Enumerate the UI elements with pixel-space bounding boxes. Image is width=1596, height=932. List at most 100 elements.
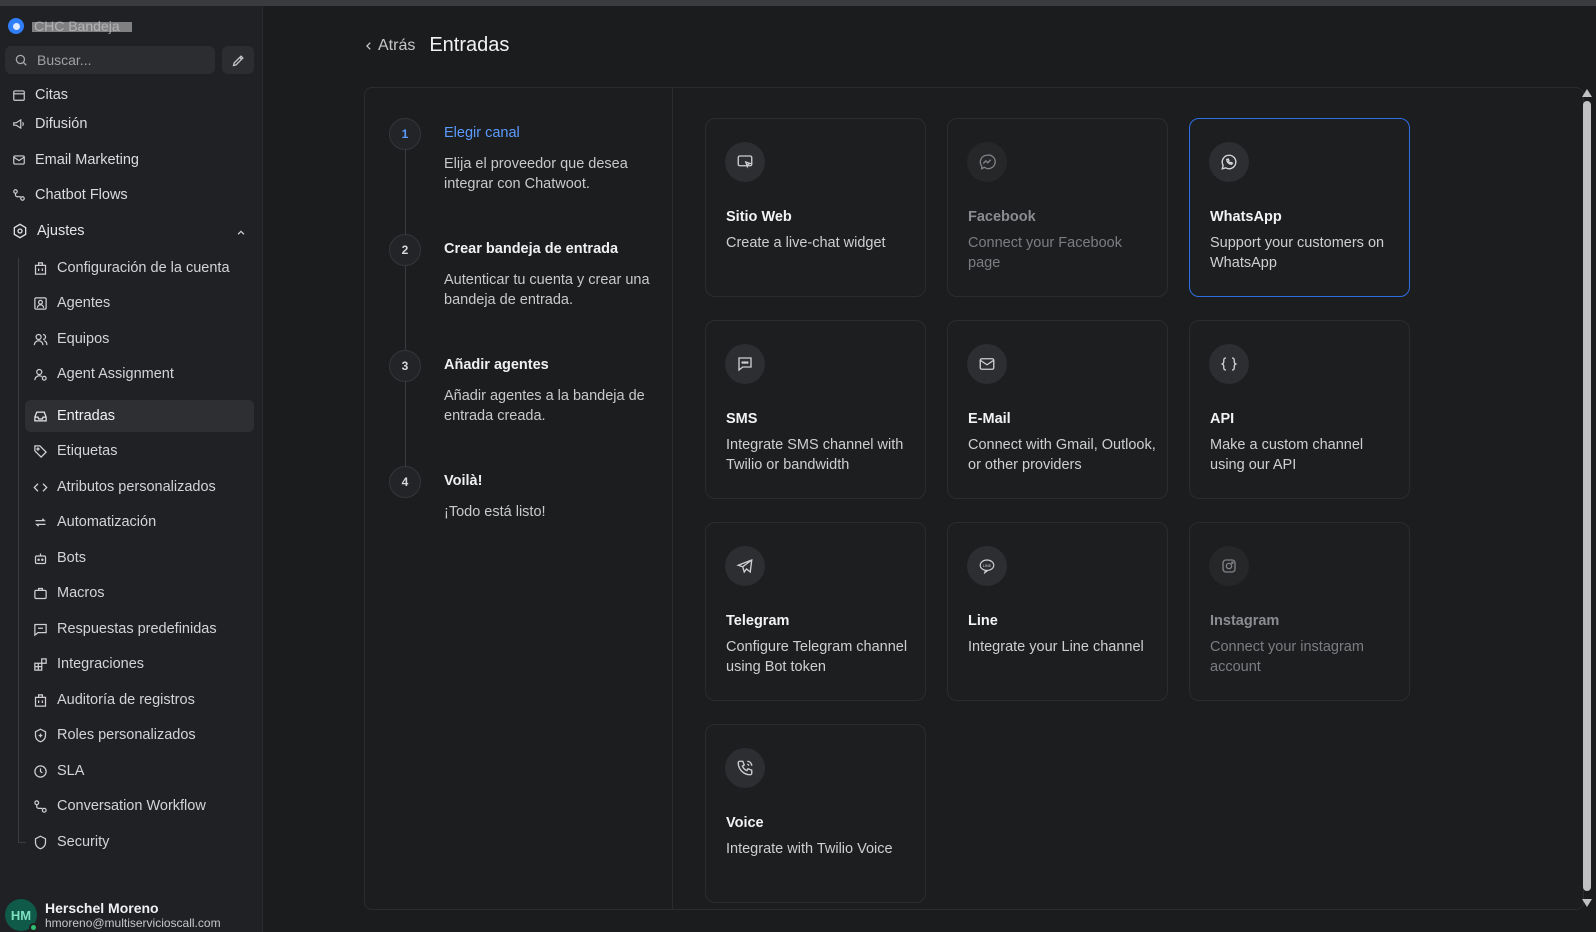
channel-card-instagram[interactable]: Instagram Connect your instagram account	[1189, 522, 1410, 701]
user-profile[interactable]: HM Herschel Moreno hmoreno@multiservicio…	[5, 899, 221, 932]
channel-card-api[interactable]: API Make a custom channel using our API	[1189, 320, 1410, 499]
sidebar-item-ajustes[interactable]: Ajustes	[12, 216, 85, 246]
sidebar-item-entradas[interactable]: Entradas	[25, 400, 254, 432]
search-input[interactable]	[37, 52, 197, 68]
step-description: Autenticar tu cuenta y crear una bandeja…	[444, 272, 650, 308]
sidebar-item-security[interactable]: Security	[25, 826, 254, 858]
sidebar-item-macros[interactable]: Macros	[25, 577, 254, 609]
step-connector-line	[405, 134, 406, 484]
channel-card-whatsapp[interactable]: WhatsApp Support your customers on Whats…	[1189, 118, 1410, 297]
briefcase-icon	[34, 587, 47, 599]
sidebar-item-agentes[interactable]: Agentes	[25, 287, 254, 319]
workflow-icon	[34, 799, 47, 813]
sidebar-item-automatizacion[interactable]: Automatización	[25, 506, 254, 538]
inbox-icon	[34, 411, 47, 421]
message-square-icon	[34, 623, 47, 636]
bot-icon	[34, 553, 47, 564]
channel-card-telegram[interactable]: Telegram Configure Telegram channel usin…	[705, 522, 926, 701]
sidebar-item-citas[interactable]: Citas	[12, 80, 68, 110]
account-switcher[interactable]: CHC Bandeja	[8, 16, 132, 36]
sidebar-item-label: Roles personalizados	[57, 727, 196, 743]
user-name: Herschel Moreno	[45, 899, 159, 916]
sidebar-item-label: Difusión	[35, 116, 88, 132]
channel-card-voice[interactable]: Voice Integrate with Twilio Voice	[705, 724, 926, 903]
pencil-icon	[232, 54, 244, 66]
sidebar-item-label: Ajustes	[37, 223, 85, 239]
channel-card-email[interactable]: E-Mail Connect with Gmail, Outlook, or o…	[947, 320, 1168, 499]
channel-title: Telegram	[726, 613, 790, 629]
create-inbox-panel: 1 Elegir canal Elija el proveedor que de…	[364, 87, 1584, 910]
sidebar-item-label: SLA	[57, 763, 85, 779]
sidebar-item-label: Atributos personalizados	[57, 479, 216, 495]
channel-card-facebook[interactable]: Facebook Connect your Facebook page	[947, 118, 1168, 297]
account-name: CHC Bandeja	[32, 18, 132, 34]
sidebar-item-bots[interactable]: Bots	[25, 542, 254, 574]
messenger-icon	[967, 142, 1007, 182]
step-title: Añadir agentes	[444, 357, 549, 373]
step-description: ¡Todo está listo!	[444, 504, 546, 520]
search-box[interactable]	[5, 46, 215, 74]
clock-icon	[34, 764, 47, 778]
channel-description: Configure Telegram channel using Bot tok…	[726, 639, 908, 675]
sidebar-item-configuracion[interactable]: Configuración de la cuenta	[25, 252, 254, 284]
sidebar-item-sla[interactable]: SLA	[25, 755, 254, 787]
sidebar-item-conversation-workflow[interactable]: Conversation Workflow	[25, 790, 254, 822]
sidebar-item-label: Agentes	[57, 295, 111, 311]
channel-title: Instagram	[1210, 613, 1280, 629]
back-button[interactable]: Atrás	[364, 37, 415, 55]
channel-card-website[interactable]: Sitio Web Create a live-chat widget	[705, 118, 926, 297]
channel-title: API	[1210, 411, 1235, 427]
sidebar-item-chatbot-flows[interactable]: Chatbot Flows	[12, 180, 128, 210]
phone-icon	[725, 748, 765, 788]
channel-description: Connect with Gmail, Outlook, or other pr…	[968, 437, 1156, 473]
sidebar-item-respuestas[interactable]: Respuestas predefinidas	[25, 613, 254, 645]
sidebar-item-integraciones[interactable]: Integraciones	[25, 648, 254, 680]
step-title: Voilà!	[444, 473, 483, 489]
calendar-icon	[13, 90, 25, 101]
main-scrollbar[interactable]	[1580, 87, 1594, 910]
sidebar-item-atributos[interactable]: Atributos personalizados	[25, 471, 254, 503]
scroll-down-arrow-icon[interactable]	[1582, 899, 1592, 907]
settings-icon	[13, 223, 27, 239]
scroll-up-arrow-icon[interactable]	[1582, 89, 1592, 97]
braces-icon	[1209, 344, 1249, 384]
chevron-up-icon[interactable]	[236, 228, 246, 238]
sidebar-item-label: Automatización	[57, 514, 157, 530]
sidebar-item-auditoria[interactable]: Auditoría de registros	[25, 684, 254, 716]
svg-text:LINE: LINE	[983, 564, 992, 568]
sidebar-item-difusion[interactable]: Difusión	[12, 109, 87, 139]
scroll-thumb[interactable]	[1583, 101, 1591, 891]
line-icon: LINE	[967, 546, 1007, 586]
building-icon	[34, 261, 47, 275]
channel-card-sms[interactable]: SMS Integrate SMS channel with Twilio or…	[705, 320, 926, 499]
step-title: Elegir canal	[444, 125, 520, 141]
sidebar-item-label: Bots	[57, 550, 87, 566]
shield-icon	[34, 835, 47, 849]
sidebar-item-label: Configuración de la cuenta	[57, 260, 230, 276]
sidebar-item-label: Respuestas predefinidas	[57, 621, 217, 637]
brand-logo-icon	[8, 18, 24, 34]
channel-title: Line	[968, 613, 998, 629]
mail-icon	[13, 155, 25, 165]
whatsapp-icon	[1209, 142, 1249, 182]
channel-description: Create a live-chat widget	[726, 235, 886, 251]
blocks-icon	[34, 657, 47, 671]
sidebar-item-email-marketing[interactable]: Email Marketing	[12, 145, 139, 175]
step-number: 1	[389, 118, 421, 150]
avatar: HM	[5, 899, 38, 932]
sidebar-item-agent-assignment[interactable]: Agent Assignment	[25, 358, 254, 390]
chevron-left-icon	[366, 41, 371, 50]
sidebar-item-label: Conversation Workflow	[57, 798, 206, 814]
channel-title: SMS	[726, 411, 758, 427]
channel-title: WhatsApp	[1210, 209, 1282, 225]
wizard-steps: 1 Elegir canal Elija el proveedor que de…	[365, 88, 673, 909]
sidebar-item-roles[interactable]: Roles personalizados	[25, 719, 254, 751]
mail-icon	[967, 344, 1007, 384]
sidebar-item-equipos[interactable]: Equipos	[25, 323, 254, 355]
compose-button[interactable]	[222, 46, 254, 74]
page-title: Entradas	[429, 34, 510, 56]
page-header: Atrás Entradas	[364, 34, 509, 57]
channel-card-line[interactable]: LINE Line Integrate your Line channel	[947, 522, 1168, 701]
sidebar-item-label: Macros	[57, 585, 105, 601]
sidebar-item-etiquetas[interactable]: Etiquetas	[25, 435, 254, 467]
